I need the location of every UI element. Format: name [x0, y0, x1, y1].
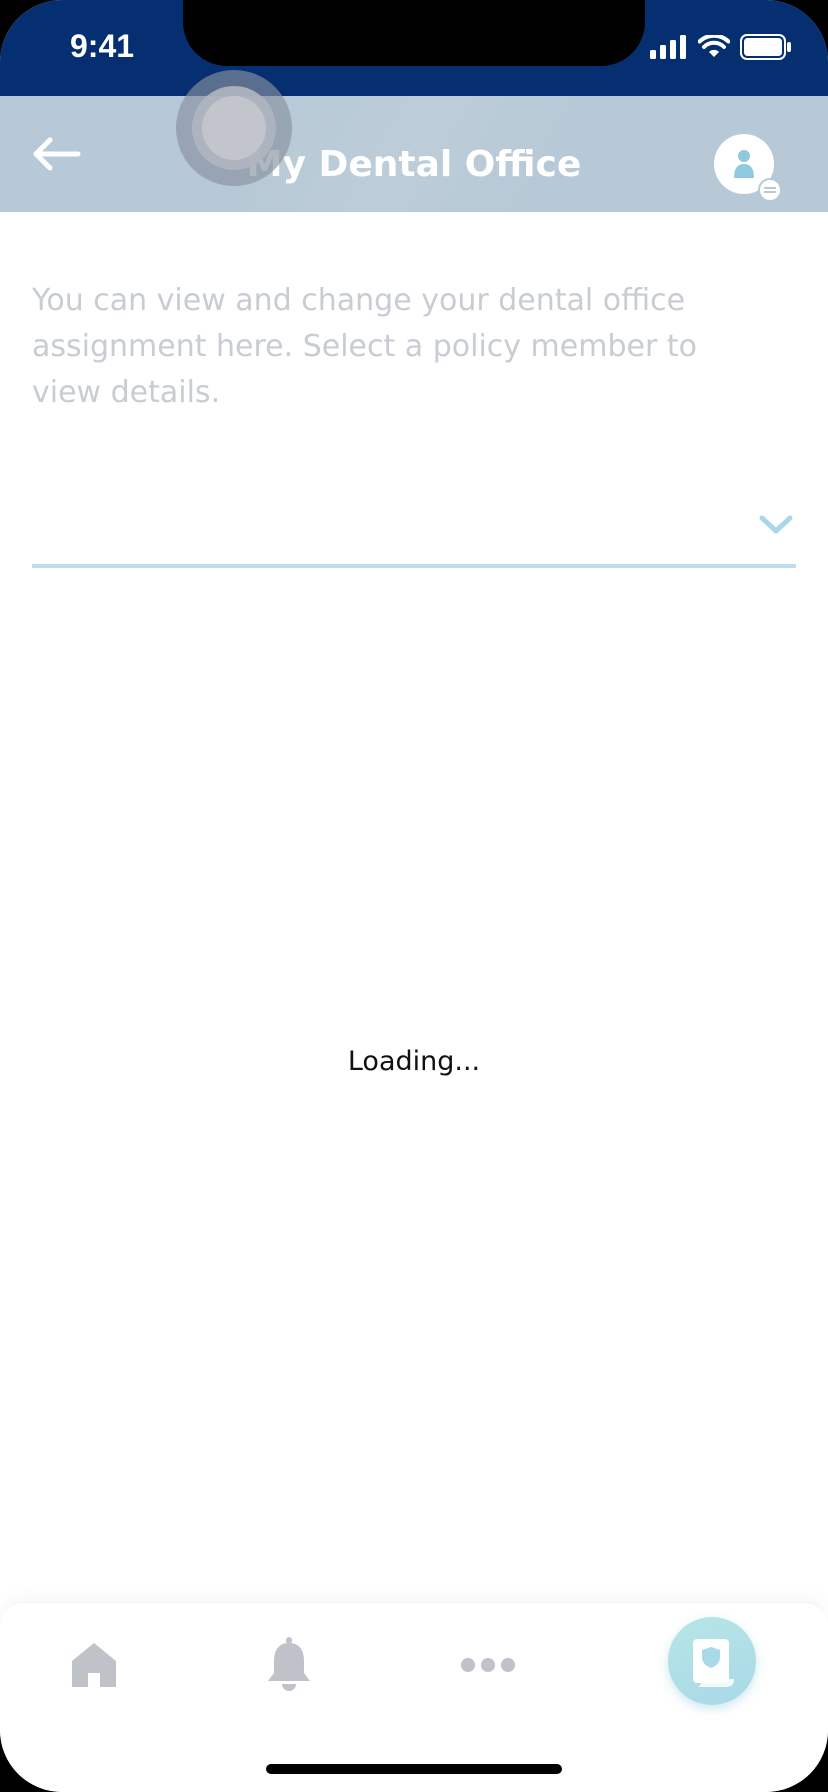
page-description: You can view and change your dental offi…: [32, 283, 697, 410]
app-header: My Dental Office: [0, 96, 828, 212]
profile-menu-icon: [714, 134, 782, 202]
phone-screen: 9:41 My Dental Office You can view and c…: [0, 0, 828, 1792]
nav-home-button[interactable]: [68, 1639, 120, 1691]
profile-button[interactable]: [714, 134, 782, 202]
more-icon: [461, 1658, 515, 1672]
wifi-icon: [698, 35, 730, 57]
status-time: 9:41: [70, 28, 135, 64]
touch-indicator: [176, 70, 292, 186]
signal-icon: [650, 35, 686, 59]
home-indicator: [266, 1764, 562, 1774]
device-notch: [183, 0, 645, 66]
loading-text: Loading...: [347, 1046, 481, 1077]
policy-member-select[interactable]: [32, 490, 796, 568]
status-bar: 9:41: [0, 0, 828, 96]
battery-icon: [740, 34, 791, 60]
status-icons: [650, 34, 792, 60]
nav-notifications-button[interactable]: [266, 1637, 312, 1693]
chevron-down-icon: [759, 515, 793, 534]
policy-shield-icon: [693, 1639, 734, 1687]
home-icon: [72, 1643, 116, 1687]
nav-policy-button[interactable]: [668, 1617, 756, 1705]
bell-icon: [268, 1637, 310, 1691]
nav-more-button[interactable]: [460, 1655, 516, 1675]
page-title: My Dental Office: [246, 144, 582, 185]
